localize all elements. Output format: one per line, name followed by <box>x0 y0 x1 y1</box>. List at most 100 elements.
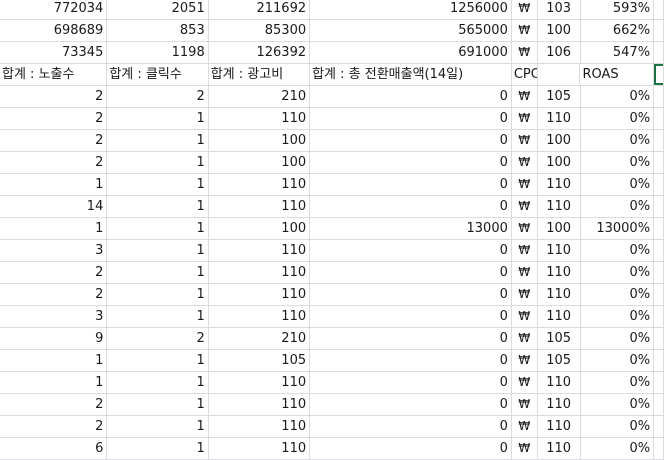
cell-currency[interactable]: ₩ <box>511 438 538 460</box>
cell-empty[interactable] <box>654 218 664 240</box>
cell-cpc[interactable]: 106 <box>537 42 581 64</box>
cell-currency[interactable]: ₩ <box>511 20 538 42</box>
cell-cpc[interactable]: 110 <box>537 306 581 328</box>
cell-empty[interactable] <box>654 130 664 152</box>
cell-currency[interactable]: ₩ <box>511 350 538 372</box>
cell-impressions[interactable]: 6 <box>0 438 108 460</box>
cell-ad-cost[interactable]: 110 <box>208 394 311 416</box>
cell-clicks[interactable]: 1 <box>107 130 209 152</box>
cell-cpc[interactable]: 110 <box>537 372 581 394</box>
cell-roas[interactable]: 0% <box>580 196 655 218</box>
cell-impressions[interactable]: 2 <box>0 108 108 130</box>
cell-conversion-revenue[interactable]: 0 <box>310 86 512 108</box>
cell-roas[interactable]: 0% <box>580 240 655 262</box>
cell-clicks[interactable]: 1 <box>107 306 209 328</box>
cell-clicks[interactable]: 1 <box>107 240 209 262</box>
cell-roas[interactable]: 13000% <box>580 218 655 240</box>
cell-empty[interactable] <box>654 328 664 350</box>
cell-empty[interactable] <box>654 438 664 460</box>
cell-currency[interactable]: ₩ <box>511 416 538 438</box>
cell-empty[interactable] <box>654 108 664 130</box>
cell-clicks[interactable]: 2051 <box>107 0 209 20</box>
cell-clicks[interactable]: 1 <box>107 284 209 306</box>
cell-clicks[interactable]: 2 <box>107 328 209 350</box>
cell-cpc[interactable]: 105 <box>537 86 581 108</box>
cell-empty[interactable] <box>654 284 664 306</box>
cell-roas[interactable]: 0% <box>580 130 655 152</box>
cell-ad-cost[interactable]: 100 <box>208 218 311 240</box>
cell-currency[interactable]: ₩ <box>511 108 538 130</box>
cell-roas[interactable]: 0% <box>580 372 655 394</box>
cell-ad-cost[interactable]: 85300 <box>208 20 311 42</box>
cell-cpc[interactable]: 105 <box>537 328 581 350</box>
cell-currency[interactable]: ₩ <box>511 130 538 152</box>
cell-cpc[interactable]: 110 <box>537 174 581 196</box>
cell-empty[interactable] <box>654 42 664 64</box>
cell-impressions[interactable]: 2 <box>0 416 108 438</box>
cell-roas[interactable]: 0% <box>580 86 655 108</box>
cell-roas[interactable]: 593% <box>580 0 655 20</box>
cell-cpc[interactable]: 110 <box>537 284 581 306</box>
cell-empty[interactable] <box>654 0 664 20</box>
cell-impressions[interactable]: 14 <box>0 196 108 218</box>
cell-impressions[interactable]: 1 <box>0 174 108 196</box>
cell-cpc[interactable]: 110 <box>537 262 581 284</box>
header-cell-clicks[interactable]: 합계 : 클릭수 <box>107 64 209 86</box>
cell-ad-cost[interactable]: 210 <box>208 86 311 108</box>
cell-conversion-revenue[interactable]: 0 <box>310 306 512 328</box>
cell-ad-cost[interactable]: 100 <box>208 152 311 174</box>
cell-conversion-revenue[interactable]: 0 <box>310 328 512 350</box>
cell-roas[interactable]: 0% <box>580 416 655 438</box>
cell-currency[interactable]: ₩ <box>511 262 538 284</box>
cell-roas[interactable]: 0% <box>580 306 655 328</box>
cell-ad-cost[interactable]: 110 <box>208 372 311 394</box>
cell-clicks[interactable]: 1 <box>107 152 209 174</box>
header-cell-currency[interactable]: CPC <box>511 64 538 86</box>
cell-clicks[interactable]: 1 <box>107 350 209 372</box>
cell-conversion-revenue[interactable]: 0 <box>310 196 512 218</box>
cell-empty[interactable] <box>654 86 664 108</box>
cell-currency[interactable]: ₩ <box>511 394 538 416</box>
header-cell-ad-cost[interactable]: 합계 : 광고비 <box>208 64 311 86</box>
cell-currency[interactable]: ₩ <box>511 86 538 108</box>
cell-empty[interactable] <box>654 20 664 42</box>
cell-clicks[interactable]: 1 <box>107 196 209 218</box>
cell-roas[interactable]: 0% <box>580 438 655 460</box>
selected-cell[interactable] <box>654 64 664 86</box>
cell-conversion-revenue[interactable]: 0 <box>310 416 512 438</box>
cell-clicks[interactable]: 1 <box>107 218 209 240</box>
cell-conversion-revenue[interactable]: 0 <box>310 262 512 284</box>
cell-empty[interactable] <box>654 240 664 262</box>
cell-impressions[interactable]: 2 <box>0 130 108 152</box>
cell-ad-cost[interactable]: 110 <box>208 262 311 284</box>
cell-impressions[interactable]: 2 <box>0 284 108 306</box>
cell-ad-cost[interactable]: 110 <box>208 416 311 438</box>
cell-cpc[interactable]: 100 <box>537 218 581 240</box>
cell-clicks[interactable]: 1 <box>107 438 209 460</box>
cell-empty[interactable] <box>654 196 664 218</box>
cell-impressions[interactable]: 1 <box>0 218 108 240</box>
cell-currency[interactable]: ₩ <box>511 196 538 218</box>
cell-empty[interactable] <box>654 152 664 174</box>
cell-cpc[interactable]: 110 <box>537 240 581 262</box>
cell-cpc[interactable]: 100 <box>537 20 581 42</box>
cell-currency[interactable]: ₩ <box>511 372 538 394</box>
cell-currency[interactable]: ₩ <box>511 152 538 174</box>
cell-roas[interactable]: 0% <box>580 108 655 130</box>
cell-clicks[interactable]: 1 <box>107 108 209 130</box>
cell-ad-cost[interactable]: 100 <box>208 130 311 152</box>
cell-conversion-revenue[interactable]: 691000 <box>310 42 512 64</box>
cell-cpc[interactable]: 110 <box>537 196 581 218</box>
cell-currency[interactable]: ₩ <box>511 240 538 262</box>
cell-empty[interactable] <box>654 174 664 196</box>
cell-empty[interactable] <box>654 306 664 328</box>
cell-ad-cost[interactable]: 210 <box>208 328 311 350</box>
cell-impressions[interactable]: 1 <box>0 372 108 394</box>
cell-currency[interactable]: ₩ <box>511 306 538 328</box>
cell-ad-cost[interactable]: 105 <box>208 350 311 372</box>
cell-ad-cost[interactable]: 126392 <box>208 42 311 64</box>
cell-impressions[interactable]: 3 <box>0 306 108 328</box>
cell-ad-cost[interactable]: 110 <box>208 438 311 460</box>
cell-currency[interactable]: ₩ <box>511 218 538 240</box>
cell-clicks[interactable]: 1198 <box>107 42 209 64</box>
